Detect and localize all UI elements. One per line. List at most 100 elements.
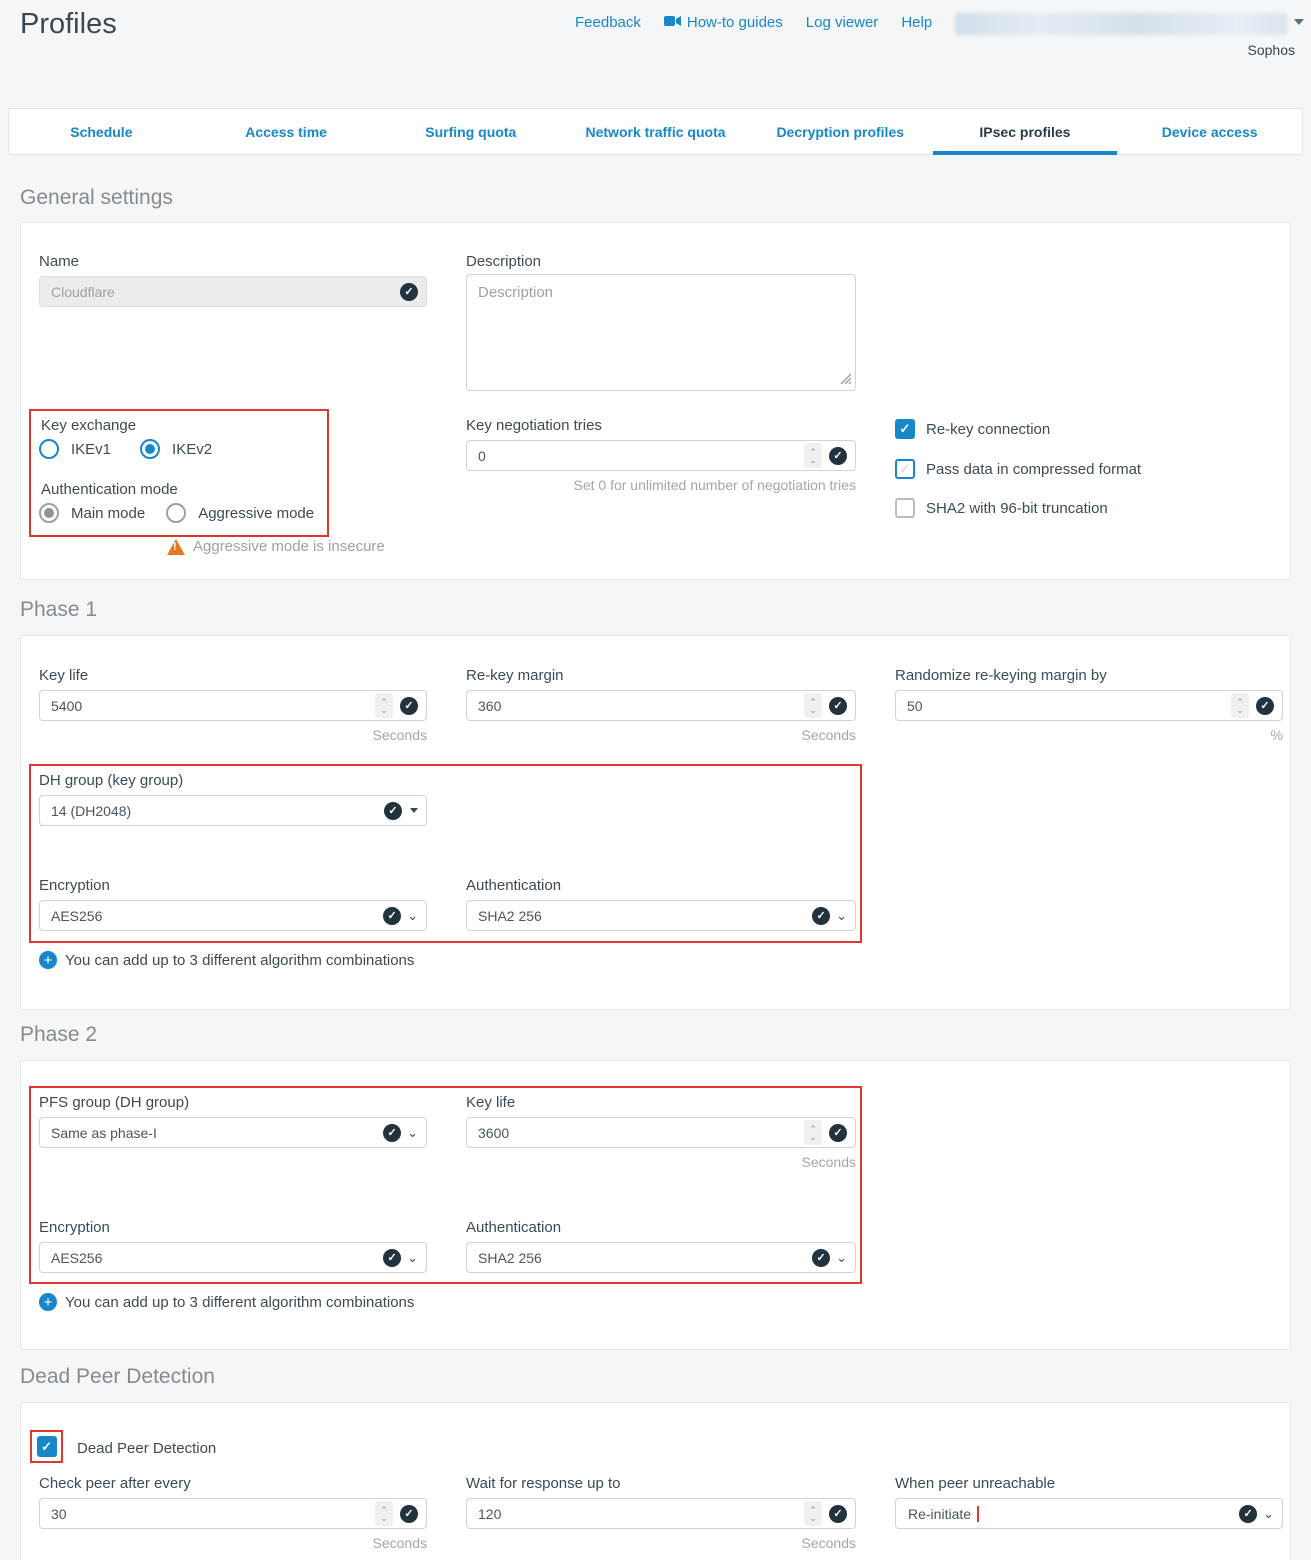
ikev1-radio[interactable] bbox=[39, 439, 59, 459]
tab-access-time[interactable]: Access time bbox=[194, 109, 379, 154]
howto-guides-link[interactable]: How-to guides bbox=[664, 14, 783, 31]
log-viewer-link[interactable]: Log viewer bbox=[806, 14, 879, 31]
ikev1-label: IKEv1 bbox=[71, 441, 111, 458]
feedback-link[interactable]: Feedback bbox=[575, 14, 641, 31]
compressed-format-label: Pass data in compressed format bbox=[926, 461, 1141, 478]
rekey-margin-field[interactable]: 360 ⌃⌄ ✓ bbox=[466, 690, 856, 721]
valid-check-icon: ✓ bbox=[1256, 697, 1274, 715]
add-plus-icon[interactable]: + bbox=[39, 951, 57, 969]
phase1-authentication-label: Authentication bbox=[466, 877, 561, 894]
help-link[interactable]: Help bbox=[901, 14, 932, 31]
pfs-group-label: PFS group (DH group) bbox=[39, 1094, 189, 1111]
name-field: Cloudflare ✓ bbox=[39, 276, 427, 307]
valid-check-icon: ✓ bbox=[383, 907, 401, 925]
phase2-authentication-label: Authentication bbox=[466, 1219, 561, 1236]
check-peer-label: Check peer after every bbox=[39, 1475, 191, 1492]
header-links: Feedback How-to guides Log viewer Help bbox=[575, 14, 932, 31]
rekey-connection-row: ✓ Re-key connection bbox=[895, 419, 1050, 439]
dh-group-select[interactable]: 14 (DH2048) ✓ bbox=[39, 795, 427, 826]
sha2-truncation-checkbox[interactable]: ✓ bbox=[895, 498, 915, 518]
dropdown-caret-icon bbox=[410, 808, 418, 813]
number-stepper[interactable]: ⌃⌄ bbox=[804, 443, 822, 468]
profile-tabbar: Schedule Access time Surfing quota Netwo… bbox=[8, 108, 1303, 155]
name-label: Name bbox=[39, 253, 79, 270]
sha2-truncation-label: SHA2 with 96-bit truncation bbox=[926, 500, 1108, 517]
aggressive-mode-radio[interactable] bbox=[166, 503, 186, 523]
phase1-encryption-label: Encryption bbox=[39, 877, 110, 894]
compressed-format-row: ✓ Pass data in compressed format bbox=[895, 459, 1141, 479]
phase2-encryption-label: Encryption bbox=[39, 1219, 110, 1236]
account-name-redacted[interactable] bbox=[955, 13, 1287, 35]
tab-schedule[interactable]: Schedule bbox=[9, 109, 194, 154]
tab-decryption-profiles[interactable]: Decryption profiles bbox=[748, 109, 933, 154]
valid-check-icon: ✓ bbox=[812, 907, 830, 925]
general-settings-heading: General settings bbox=[20, 186, 173, 210]
sha2-truncation-row: ✓ SHA2 with 96-bit truncation bbox=[895, 498, 1108, 518]
rekey-connection-checkbox[interactable]: ✓ bbox=[895, 419, 915, 439]
warning-triangle-icon bbox=[167, 539, 185, 555]
randomize-margin-unit: % bbox=[895, 727, 1283, 743]
main-mode-label: Main mode bbox=[71, 505, 145, 522]
description-field[interactable] bbox=[466, 274, 856, 391]
dpd-heading: Dead Peer Detection bbox=[20, 1365, 215, 1389]
phase1-heading: Phase 1 bbox=[20, 598, 97, 622]
main-mode-radio[interactable] bbox=[39, 503, 59, 523]
key-exchange-options: IKEv1 IKEv2 bbox=[39, 439, 212, 459]
phase1-key-life-field[interactable]: 5400 ⌃⌄ ✓ bbox=[39, 690, 427, 721]
when-unreachable-select[interactable]: Re-initiate ✓ ⌄ bbox=[895, 1498, 1283, 1529]
valid-check-icon: ✓ bbox=[383, 1249, 401, 1267]
chevron-down-icon: ⌄ bbox=[407, 1251, 418, 1264]
add-plus-icon[interactable]: + bbox=[39, 1293, 57, 1311]
valid-check-icon: ✓ bbox=[1239, 1505, 1257, 1523]
phase2-key-life-field[interactable]: 3600 ⌃⌄ ✓ bbox=[466, 1117, 856, 1148]
phase1-add-combination-note: + You can add up to 3 different algorith… bbox=[39, 951, 414, 969]
phase2-card: PFS group (DH group) Same as phase-I ✓ ⌄… bbox=[20, 1060, 1291, 1350]
general-settings-card: Name Cloudflare ✓ Description Key exchan… bbox=[20, 222, 1291, 580]
dpd-enable-label: Dead Peer Detection bbox=[77, 1440, 216, 1457]
phase1-encryption-select[interactable]: AES256 ✓ ⌄ bbox=[39, 900, 427, 931]
brand-label: Sophos bbox=[1248, 42, 1295, 58]
rekey-margin-label: Re-key margin bbox=[466, 667, 564, 684]
ikev2-radio[interactable] bbox=[140, 439, 160, 459]
tab-ipsec-profiles[interactable]: IPsec profiles bbox=[933, 109, 1118, 154]
number-stepper[interactable]: ⌃⌄ bbox=[804, 693, 822, 718]
aggressive-mode-label: Aggressive mode bbox=[198, 505, 314, 522]
dpd-card: ✓ Dead Peer Detection Check peer after e… bbox=[20, 1402, 1291, 1560]
compressed-format-checkbox[interactable]: ✓ bbox=[895, 459, 915, 479]
key-negotiation-label: Key negotiation tries bbox=[466, 417, 602, 434]
phase1-authentication-select[interactable]: SHA2 256 ✓ ⌄ bbox=[466, 900, 856, 931]
chevron-down-icon: ⌄ bbox=[407, 1126, 418, 1139]
auth-mode-label: Authentication mode bbox=[41, 481, 178, 498]
key-exchange-highlight-box: Key exchange IKEv1 IKEv2 Authentication … bbox=[29, 409, 329, 537]
wait-response-field[interactable]: 120 ⌃⌄ ✓ bbox=[466, 1498, 856, 1529]
number-stepper[interactable]: ⌃⌄ bbox=[375, 693, 393, 718]
number-stepper[interactable]: ⌃⌄ bbox=[804, 1120, 822, 1145]
randomize-margin-field[interactable]: 50 ⌃⌄ ✓ bbox=[895, 690, 1283, 721]
chevron-down-icon: ⌄ bbox=[407, 909, 418, 922]
when-unreachable-value-highlight: Re-initiate bbox=[907, 1506, 979, 1522]
key-exchange-label: Key exchange bbox=[41, 417, 136, 434]
valid-check-icon: ✓ bbox=[829, 697, 847, 715]
check-peer-field[interactable]: 30 ⌃⌄ ✓ bbox=[39, 1498, 427, 1529]
valid-check-icon: ✓ bbox=[400, 283, 418, 301]
valid-check-icon: ✓ bbox=[829, 1505, 847, 1523]
phase2-add-combination-note: + You can add up to 3 different algorith… bbox=[39, 1293, 414, 1311]
tab-surfing-quota[interactable]: Surfing quota bbox=[378, 109, 563, 154]
phase1-key-life-label: Key life bbox=[39, 667, 88, 684]
key-negotiation-field[interactable]: 0 ⌃⌄ ✓ bbox=[466, 440, 856, 471]
pfs-group-select[interactable]: Same as phase-I ✓ ⌄ bbox=[39, 1117, 427, 1148]
tab-network-traffic-quota[interactable]: Network traffic quota bbox=[563, 109, 748, 154]
phase2-key-life-unit: Seconds bbox=[466, 1154, 856, 1170]
number-stepper[interactable]: ⌃⌄ bbox=[1231, 693, 1249, 718]
tab-device-access[interactable]: Device access bbox=[1117, 109, 1302, 154]
dpd-enable-checkbox[interactable]: ✓ bbox=[37, 1436, 57, 1457]
phase2-authentication-select[interactable]: SHA2 256 ✓ ⌄ bbox=[466, 1242, 856, 1273]
phase2-encryption-select[interactable]: AES256 ✓ ⌄ bbox=[39, 1242, 427, 1273]
account-dropdown-caret-icon[interactable] bbox=[1294, 19, 1304, 25]
video-camera-icon bbox=[664, 14, 681, 31]
valid-check-icon: ✓ bbox=[829, 1124, 847, 1142]
number-stepper[interactable]: ⌃⌄ bbox=[804, 1501, 822, 1526]
valid-check-icon: ✓ bbox=[400, 697, 418, 715]
chevron-down-icon: ⌄ bbox=[1263, 1507, 1274, 1520]
number-stepper[interactable]: ⌃⌄ bbox=[375, 1501, 393, 1526]
